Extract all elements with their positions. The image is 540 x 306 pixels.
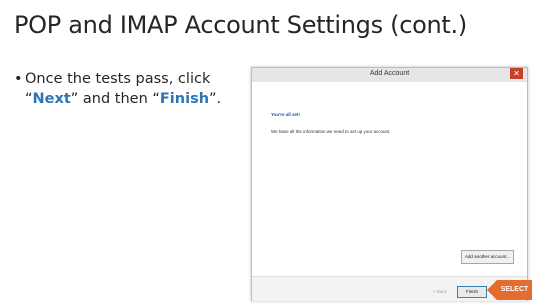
bullet-text-after: ”. [209,91,222,107]
bullet-text-middle: ” and then “ [70,91,160,107]
bullet-text: Once the tests pass, click “Next” and th… [25,69,242,109]
callout-label: SELECT [500,286,529,293]
finish-highlight: Finish [159,91,210,107]
close-icon: ✕ [513,69,520,78]
dialog-title: Add Account [369,70,410,77]
bullet-marker: • [14,71,23,87]
next-highlight: Next [32,91,71,107]
success-message: We have all the information we need to s… [271,129,391,134]
bullet-point: • Once the tests pass, click “Next” and … [14,69,242,109]
slide-title: POP and IMAP Account Settings (cont.) [14,11,467,39]
add-account-dialog: Add Account ✕ You're all set! We have al… [251,67,528,301]
close-button[interactable]: ✕ [510,68,523,79]
dialog-titlebar[interactable]: Add Account ✕ [252,68,527,82]
back-button[interactable]: < Back [426,287,454,297]
success-heading: You're all set! [271,112,300,117]
finish-button[interactable]: Finish [457,286,487,298]
dialog-footer: < Back Finish [252,276,527,301]
add-another-account-button[interactable]: Add another account... [461,250,514,264]
select-callout: SELECT [487,280,532,300]
